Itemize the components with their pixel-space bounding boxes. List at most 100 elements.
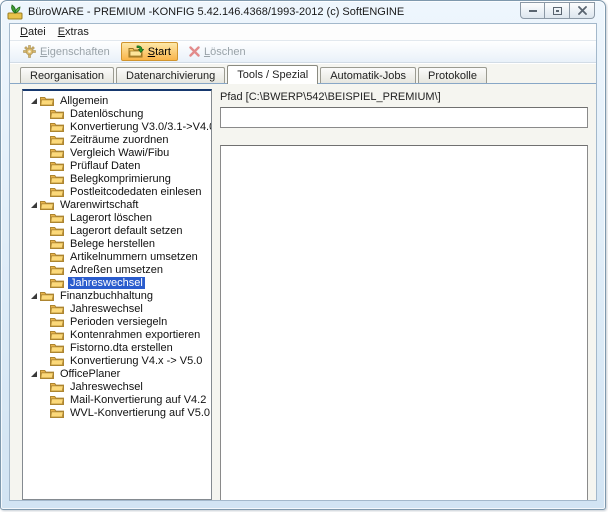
folder-icon <box>50 316 64 327</box>
folder-icon <box>50 355 64 366</box>
folder-icon <box>40 95 54 106</box>
tree-item-vergleich-wawi-fibu[interactable]: Vergleich Wawi/Fibu <box>23 146 211 159</box>
tree-item-adreßen-umsetzen[interactable]: Adreßen umsetzen <box>23 263 211 276</box>
tree-item-label: WVL-Konvertierung auf V5.0 <box>68 407 212 419</box>
tree-item-konvertierung-v4-x-v5-0[interactable]: Konvertierung V4.x -> V5.0 <box>23 354 211 367</box>
tree-group-finanzbuchhaltung[interactable]: Finanzbuchhaltung <box>23 289 211 302</box>
expander-expanded-icon[interactable] <box>28 369 38 378</box>
maximize-button[interactable] <box>545 2 570 19</box>
tree-item-mail-konvertierung-auf-v4-2[interactable]: Mail-Konvertierung auf V4.2 <box>23 393 211 406</box>
folder-icon <box>50 108 64 119</box>
tree-item-label: Belegkomprimierung <box>68 173 173 185</box>
folder-icon <box>50 225 64 236</box>
tree-item-wvl-konvertierung-auf-v5-0[interactable]: WVL-Konvertierung auf V5.0 <box>23 406 211 419</box>
folder-icon <box>50 134 64 145</box>
toolbar-button-label: Eigenschaften <box>40 46 110 58</box>
tree-item-fistorno-dta-erstellen[interactable]: Fistorno.dta erstellen <box>23 341 211 354</box>
tree-item-lagerort-löschen[interactable]: Lagerort löschen <box>23 211 211 224</box>
tree-item-label: Perioden versiegeln <box>68 316 169 328</box>
eigenschaften-button[interactable]: Eigenschaften <box>16 42 117 61</box>
tree-item-jahreswechsel[interactable]: Jahreswechsel <box>23 380 211 393</box>
toolbar-button-label: Start <box>148 46 171 58</box>
tree-item-label: Prüflauf Daten <box>68 160 142 172</box>
path-input[interactable] <box>220 107 588 128</box>
expander-expanded-icon[interactable] <box>28 96 38 105</box>
properties-gear-icon <box>23 45 36 58</box>
folder-icon <box>50 238 64 249</box>
tree-item-label: Vergleich Wawi/Fibu <box>68 147 171 159</box>
tree-item-jahreswechsel[interactable]: Jahreswechsel <box>23 302 211 315</box>
window-title: BüroWARE - PREMIUM -KONFIG 5.42.146.4368… <box>28 6 404 18</box>
folder-icon <box>50 342 64 353</box>
tree-item-postleitcodedaten-einlesen[interactable]: Postleitcodedaten einlesen <box>23 185 211 198</box>
tree-item-konvertierung-v3-0-3-1-v4-0[interactable]: Konvertierung V3.0/3.1->V4.0 <box>23 120 211 133</box>
start-button[interactable]: Start <box>121 42 178 61</box>
titlebar[interactable]: BüroWARE - PREMIUM -KONFIG 5.42.146.4368… <box>1 1 605 23</box>
tab-datenarchivierung[interactable]: Datenarchivierung <box>116 67 225 83</box>
app-icon <box>7 4 23 20</box>
tree-item-datenlöschung[interactable]: Datenlöschung <box>23 107 211 120</box>
tab-automatik-jobs[interactable]: Automatik-Jobs <box>320 67 416 83</box>
screen: BüroWARE - PREMIUM -KONFIG 5.42.146.4368… <box>0 0 608 512</box>
tree-group-allgemein[interactable]: Allgemein <box>23 94 211 107</box>
close-button[interactable] <box>570 2 595 19</box>
folder-icon <box>50 303 64 314</box>
tree-item-label: Artikelnummern umsetzen <box>68 251 200 263</box>
tree-group-label: Allgemein <box>58 95 110 107</box>
close-icon <box>578 6 587 15</box>
tree-item-label: Jahreswechsel <box>68 303 145 315</box>
folder-icon <box>40 368 54 379</box>
minimize-icon <box>529 10 537 12</box>
tree-group-label: Finanzbuchhaltung <box>58 290 155 302</box>
menu-item-datei[interactable]: Datei <box>14 25 52 39</box>
tree-item-label: Konvertierung V3.0/3.1->V4.0 <box>68 121 212 133</box>
tree-item-zeiträume-zuordnen[interactable]: Zeiträume zuordnen <box>23 133 211 146</box>
folder-icon <box>50 329 64 340</box>
tree-item-prüflauf-daten[interactable]: Prüflauf Daten <box>23 159 211 172</box>
window-controls <box>520 2 595 19</box>
tree-group-label: Warenwirtschaft <box>58 199 140 211</box>
tree-item-artikelnummern-umsetzen[interactable]: Artikelnummern umsetzen <box>23 250 211 263</box>
tab-strip: ReorganisationDatenarchivierungTools / S… <box>20 65 489 83</box>
expander-expanded-icon[interactable] <box>28 200 38 209</box>
tree-item-label: Kontenrahmen exportieren <box>68 329 202 341</box>
folder-icon <box>40 199 54 210</box>
tree-item-label: Jahreswechsel <box>68 381 145 393</box>
folder-icon <box>50 394 64 405</box>
tree-item-label: Datenlöschung <box>68 108 145 120</box>
expander-expanded-icon[interactable] <box>28 291 38 300</box>
folder-icon <box>40 290 54 301</box>
tree-item-belege-herstellen[interactable]: Belege herstellen <box>23 237 211 250</box>
folder-icon <box>50 160 64 171</box>
tree-group-warenwirtschaft[interactable]: Warenwirtschaft <box>23 198 211 211</box>
tab-protokolle[interactable]: Protokolle <box>418 67 487 83</box>
menu-bar: DateiExtras <box>10 24 596 41</box>
folder-icon <box>50 173 64 184</box>
l-schen-button[interactable]: Löschen <box>182 43 253 61</box>
folder-icon <box>50 121 64 132</box>
folder-icon <box>50 147 64 158</box>
folder-icon <box>50 381 64 392</box>
minimize-button[interactable] <box>520 2 545 19</box>
folder-icon <box>50 251 64 262</box>
tab-tools-spezial[interactable]: Tools / Spezial <box>227 65 318 84</box>
tree-item-label: Lagerort löschen <box>68 212 154 224</box>
tree-item-belegkomprimierung[interactable]: Belegkomprimierung <box>23 172 211 185</box>
tree-item-lagerort-default-setzen[interactable]: Lagerort default setzen <box>23 224 211 237</box>
tab-reorganisation[interactable]: Reorganisation <box>20 67 114 83</box>
folder-icon <box>50 407 64 418</box>
tree-item-perioden-versiegeln[interactable]: Perioden versiegeln <box>23 315 211 328</box>
path-label: Pfad [C:\BWERP\542\BEISPIEL_PREMIUM\] <box>220 91 441 103</box>
tree-group-officeplaner[interactable]: OfficePlaner <box>23 367 211 380</box>
tree-item-label: Mail-Konvertierung auf V4.2 <box>68 394 208 406</box>
folder-icon <box>50 212 64 223</box>
tree-item-label: Postleitcodedaten einlesen <box>68 186 203 198</box>
tree-item-label: Konvertierung V4.x -> V5.0 <box>68 355 204 367</box>
folder-icon <box>50 277 64 288</box>
menu-item-extras[interactable]: Extras <box>52 25 95 39</box>
tree-item-jahreswechsel[interactable]: Jahreswechsel <box>23 276 211 289</box>
tree-item-label: Belege herstellen <box>68 238 157 250</box>
tree-item-kontenrahmen-exportieren[interactable]: Kontenrahmen exportieren <box>23 328 211 341</box>
application-window: BüroWARE - PREMIUM -KONFIG 5.42.146.4368… <box>0 0 606 510</box>
tree-item-label: Fistorno.dta erstellen <box>68 342 175 354</box>
